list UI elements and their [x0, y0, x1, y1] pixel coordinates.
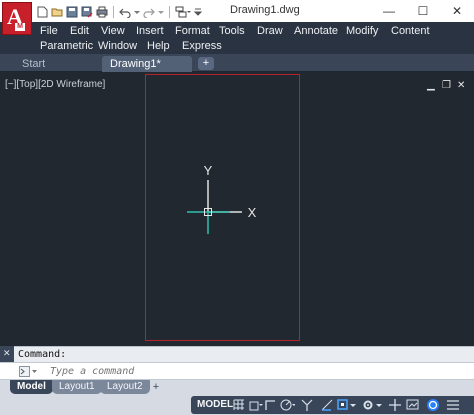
toolbar-separator [113, 6, 114, 18]
isolate-icon[interactable] [425, 397, 441, 413]
tab-layout2[interactable]: Layout2 [100, 380, 150, 394]
menu-format[interactable]: Format [175, 25, 210, 37]
open-icon[interactable] [51, 6, 63, 18]
menu-express[interactable]: Express [182, 40, 222, 52]
command-history: Command: [0, 346, 474, 362]
status-toggles: MODEL [191, 396, 474, 414]
undo-icon[interactable] [119, 6, 131, 19]
file-tab-bar: Start Drawing1* × + [0, 54, 474, 82]
save-icon[interactable] [66, 6, 78, 18]
new-tab-button[interactable]: + [198, 57, 214, 70]
customize-icon[interactable] [193, 6, 203, 18]
menu-modify[interactable]: Modify [346, 25, 378, 37]
tab-label: Drawing1* [110, 58, 161, 70]
workspace-dropdown-icon[interactable] [375, 397, 383, 413]
toolbar-separator [169, 6, 170, 18]
menu-edit[interactable]: Edit [70, 25, 89, 37]
menu-tools[interactable]: Tools [219, 25, 245, 37]
ucs-x-label: X [248, 205, 257, 220]
clean-screen-icon[interactable] [445, 397, 461, 413]
new-icon[interactable] [36, 6, 48, 18]
command-history-label: Command: [18, 349, 67, 360]
add-layout-button[interactable]: + [150, 381, 162, 393]
drawing-canvas[interactable]: [−][Top][2D Wireframe] ▁ ❐ ✕ Y X [0, 72, 474, 346]
tab-layout1[interactable]: Layout1 [52, 380, 102, 394]
window-title: Drawing1.dwg [230, 4, 300, 16]
tab-model[interactable]: Model [10, 380, 53, 394]
menu-help[interactable]: Help [147, 40, 170, 52]
ucs-y-label: Y [204, 163, 213, 178]
saveas-icon[interactable] [81, 6, 93, 18]
osnap-track-icon[interactable] [319, 397, 335, 413]
menu-insert[interactable]: Insert [136, 25, 164, 37]
command-line [0, 362, 474, 380]
app-badge: M [15, 23, 25, 31]
ucs-crosshair: Y X [187, 163, 257, 234]
osnap-dropdown-icon[interactable] [349, 397, 357, 413]
menu-content[interactable]: Content [391, 25, 430, 37]
minimize-button[interactable]: — [372, 0, 406, 22]
menu-bar: File Edit View Insert Format Tools Draw … [0, 22, 474, 54]
quick-access-toolbar [36, 5, 203, 19]
isodraft-icon[interactable] [299, 397, 315, 413]
undo-dropdown-icon[interactable] [134, 6, 140, 18]
ortho-icon[interactable] [263, 397, 279, 413]
close-window-button[interactable]: ✕ [440, 0, 474, 22]
close-command-icon[interactable]: ✕ [3, 348, 11, 359]
layout-tab-bar: Model Layout1 Layout2 + [0, 380, 474, 395]
menu-draw[interactable]: Draw [257, 25, 283, 37]
title-bar: Drawing1.dwg — ☐ ✕ [0, 0, 474, 22]
redo-icon[interactable] [143, 6, 155, 19]
menu-annotate[interactable]: Annotate [294, 25, 338, 37]
snap-icon[interactable] [247, 397, 263, 413]
polar-icon[interactable] [279, 397, 296, 413]
tab-drawing1[interactable]: Drawing1* × [102, 56, 192, 82]
menu-parametric[interactable]: Parametric [40, 40, 93, 52]
grid-icon[interactable] [231, 397, 247, 413]
command-prompt-icon[interactable] [19, 366, 41, 377]
plus-icon[interactable] [387, 397, 403, 413]
menu-view[interactable]: View [101, 25, 125, 37]
print-icon[interactable] [96, 6, 108, 18]
status-bar: MODEL [0, 395, 474, 415]
application-menu-button[interactable]: A M [2, 2, 32, 35]
redo-dropdown-icon[interactable] [158, 6, 164, 18]
maximize-button[interactable]: ☐ [406, 0, 440, 22]
menu-file[interactable]: File [40, 25, 58, 37]
tab-start[interactable]: Start [14, 56, 53, 72]
tab-label: Start [22, 58, 46, 70]
workspace-icon[interactable] [175, 6, 191, 18]
menu-window[interactable]: Window [98, 40, 137, 52]
hardware-accel-icon[interactable] [405, 397, 421, 413]
model-space-button[interactable]: MODEL [194, 398, 236, 412]
command-input[interactable] [50, 363, 450, 380]
